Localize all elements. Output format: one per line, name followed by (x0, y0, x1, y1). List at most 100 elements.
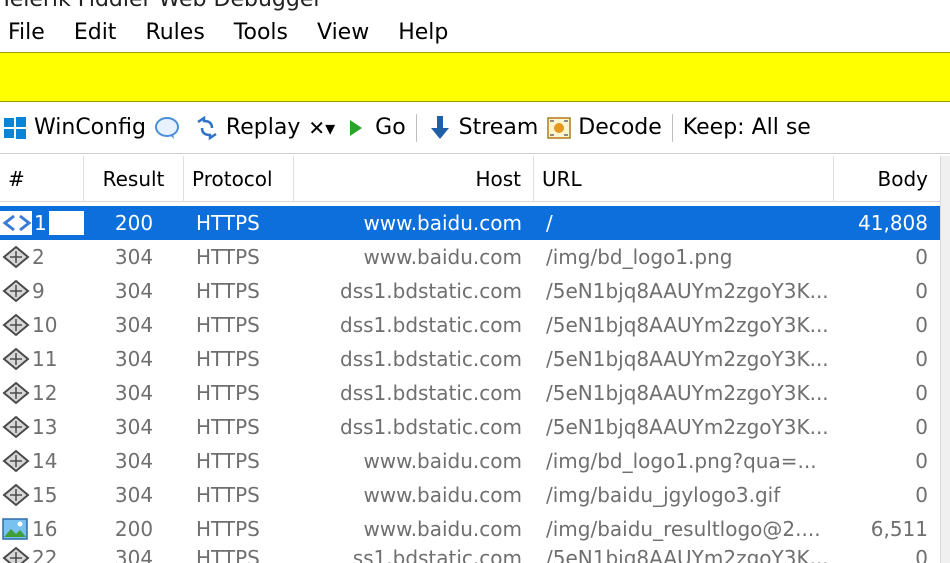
go-button[interactable]: Go (343, 115, 406, 141)
session-row[interactable]: 11 304 HTTPS dss1.bdstatic.com/5eN1bjq8AAUY… (0, 342, 940, 376)
column-header-num[interactable]: # (0, 156, 84, 202)
session-url: /img/bd_logo1.png (546, 245, 733, 269)
session-host: dss1.bdstatic.com (340, 415, 522, 439)
session-protocol: HTTPS (196, 279, 260, 303)
keep-label: Keep: All se (682, 115, 811, 140)
session-row[interactable]: 2 304 HTTPS www.baidu.com/img/bd_logo1.png 0 (0, 240, 940, 274)
session-num: 11 (32, 347, 58, 371)
session-num-cell: 2 (0, 245, 84, 269)
session-url: /5eN1bjq8AAUYm2zgoY3K... (546, 415, 829, 439)
session-host: dss1.bdstatic.com (340, 347, 522, 371)
session-num: 9 (32, 279, 45, 303)
session-result: 304 (114, 546, 154, 563)
session-num-cell: 13 (0, 415, 84, 439)
session-host: dss1.bdstatic.com (340, 279, 522, 303)
vertical-scrollbar[interactable] (940, 156, 950, 563)
session-body: 0 (915, 279, 928, 303)
session-url: /img/baidu_resultlogo@2.... (546, 517, 821, 541)
session-num-cell: 15 (0, 483, 84, 507)
session-result: 304 (114, 381, 154, 405)
session-row[interactable]: 13 304 HTTPS dss1.bdstatic.com/5eN1bjq8AAUY… (0, 410, 940, 444)
session-body: 0 (915, 313, 928, 337)
session-row[interactable]: 1 200 HTTPS www.baidu.com / 41,808 (0, 206, 940, 240)
session-protocol: HTTPS (196, 313, 260, 337)
session-result: 304 (114, 279, 154, 303)
session-result: 200 (114, 517, 154, 541)
session-body: 0 (915, 347, 928, 371)
session-row[interactable]: 14 304 HTTPS www.baidu.com/img/bd_logo1.png… (0, 444, 940, 478)
session-num: 15 (32, 483, 58, 507)
diamond-icon (2, 415, 32, 439)
session-url: /img/baidu_jgylogo3.gif (546, 483, 781, 507)
menu-help[interactable]: Help (398, 18, 448, 47)
session-body: 0 (915, 546, 928, 563)
session-num-cell: 22 (0, 546, 84, 563)
grid-header: # Result Protocol Host URL Body (0, 156, 940, 202)
session-protocol: HTTPS (196, 211, 260, 235)
diamond-icon (2, 381, 32, 405)
session-list: 1 200 HTTPS www.baidu.com/41,808 2 304 HTTPS ww… (0, 206, 940, 563)
replay-button[interactable]: Replay (194, 115, 300, 141)
session-url: /5eN1bjq8AAUYm2zgoY3K... (546, 313, 829, 337)
session-row[interactable]: 12 304 HTTPS dss1.bdstatic.com/5eN1bjq8AAUY… (0, 376, 940, 410)
session-body: 0 (915, 415, 928, 439)
session-num: 12 (32, 381, 58, 405)
session-host: www.baidu.com (363, 449, 522, 473)
menu-view[interactable]: View (317, 18, 369, 47)
decode-button[interactable]: Decode (546, 115, 662, 141)
session-host: dss1.bdstatic.com (340, 381, 522, 405)
menu-edit[interactable]: Edit (74, 18, 117, 47)
session-row[interactable]: 9 304 HTTPS dss1.bdstatic.com/5eN1bjq8AAUYm… (0, 274, 940, 308)
session-num: 16 (32, 517, 58, 541)
session-url: /img/bd_logo1.png?qua=... (546, 449, 817, 473)
winconfig-label: WinConfig (34, 115, 146, 140)
session-row[interactable]: 15 304 HTTPS www.baidu.com/img/baidu_jgylog… (0, 478, 940, 512)
session-body: 6,511 (870, 517, 928, 541)
column-header-body[interactable]: Body (834, 156, 940, 202)
session-url: /5eN1bjq8AAUYm2zgoY3K... (546, 347, 829, 371)
session-host: www.baidu.com (363, 211, 522, 235)
remove-button[interactable]: ✕▾ (308, 116, 335, 140)
session-protocol: HTTPS (196, 245, 260, 269)
replay-label: Replay (225, 115, 301, 140)
session-result: 304 (114, 313, 154, 337)
session-num-cell: 1 (0, 211, 84, 235)
column-header-url[interactable]: URL (534, 156, 834, 202)
toolbar-divider (671, 113, 673, 142)
session-grid: # Result Protocol Host URL Body 1 200 HTTP… (0, 156, 940, 563)
session-host: www.baidu.com (363, 517, 522, 541)
diamond-icon (2, 483, 32, 507)
session-body: 0 (915, 245, 928, 269)
comment-button[interactable] (154, 115, 186, 141)
session-num: 1 (32, 211, 49, 235)
session-row[interactable]: 10 304 HTTPS dss1.bdstatic.com/5eN1bjq8AAUY… (0, 308, 940, 342)
column-header-result[interactable]: Result (84, 156, 184, 202)
session-num-cell: 12 (0, 381, 84, 405)
diamond-icon (2, 313, 32, 337)
diamond-icon (2, 347, 32, 371)
winconfig-button[interactable]: WinConfig (2, 115, 146, 141)
menu-bar: File Edit Rules Tools View Help (0, 12, 950, 52)
replay-icon (194, 115, 220, 141)
menu-file[interactable]: File (8, 18, 45, 47)
column-header-protocol[interactable]: Protocol (184, 156, 294, 202)
session-host: dss1.bdstatic.com (340, 313, 522, 337)
session-result: 304 (114, 245, 154, 269)
menu-rules[interactable]: Rules (145, 18, 204, 47)
session-protocol: HTTPS (196, 517, 260, 541)
column-header-host[interactable]: Host (294, 156, 534, 202)
session-body: 41,808 (858, 211, 928, 235)
stream-button[interactable]: Stream (427, 115, 538, 141)
keep-dropdown[interactable]: Keep: All se (683, 115, 811, 140)
session-row[interactable]: 22 304 HTTPS ss1.bdstatic.com/5eN1bjq8AAUYm… (0, 546, 940, 563)
session-row[interactable]: 16 200 HTTPS www.baidu.com/img/baidu_result… (0, 512, 940, 546)
session-num: 10 (32, 313, 58, 337)
menu-tools[interactable]: Tools (234, 18, 288, 47)
window-title: Telerik Fiddler Web Debugger (0, 0, 322, 12)
play-icon (343, 115, 369, 141)
session-protocol: HTTPS (196, 347, 260, 371)
session-url: /5eN1bjq8AAUYm2zgoY3K... (546, 381, 829, 405)
toolbar-divider (415, 113, 417, 142)
session-num: 13 (32, 415, 58, 439)
image-icon (2, 517, 32, 541)
